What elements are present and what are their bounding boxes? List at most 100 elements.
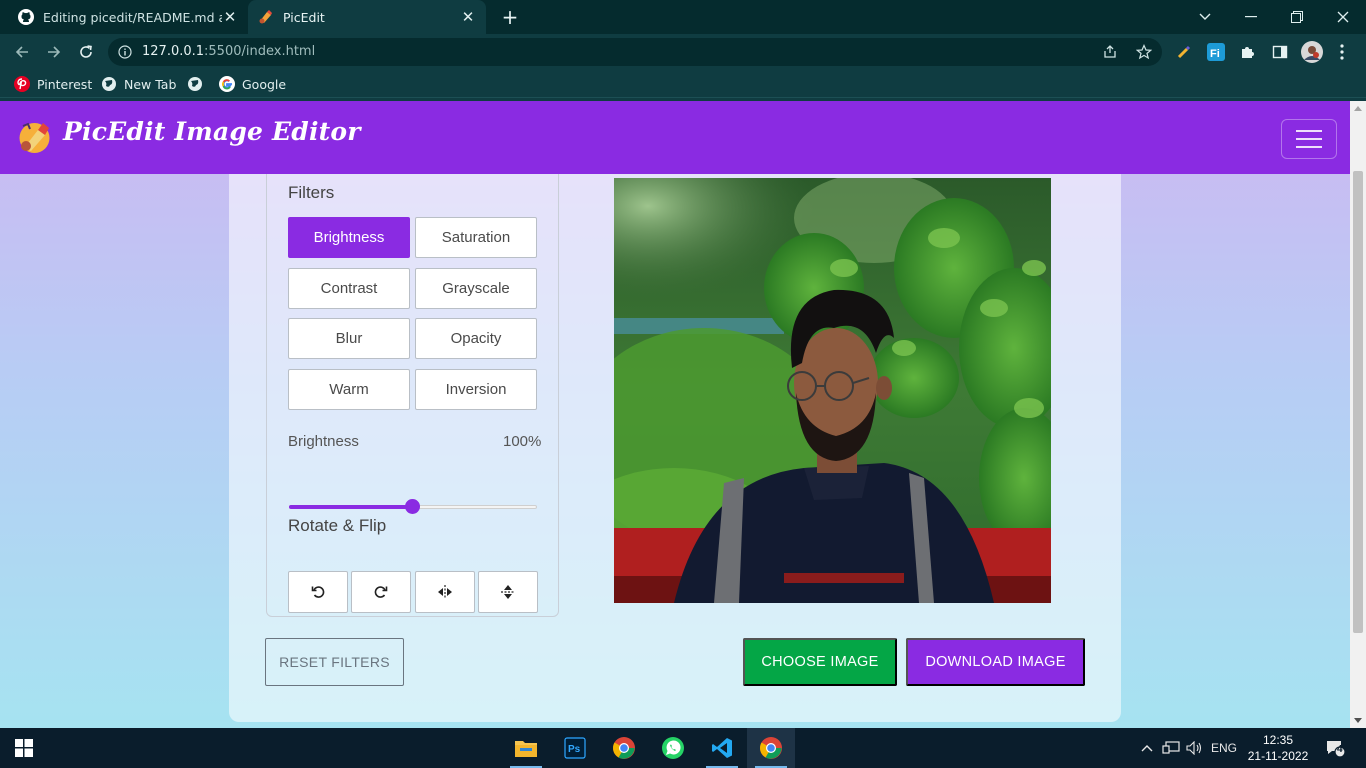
clock-time: 12:35 [1262, 733, 1294, 747]
taskbar-chrome-active[interactable] [747, 728, 795, 768]
scroll-down-arrow-icon[interactable] [1354, 718, 1362, 723]
filter-inversion-button[interactable]: Inversion [415, 369, 537, 410]
windows-taskbar: Ps ENG 12:35 21-11-2022 4 [0, 728, 1366, 768]
choose-image-button[interactable]: CHOOSE IMAGE [743, 638, 897, 686]
bookmark-label: Pinterest [37, 76, 93, 92]
bookmark-google[interactable]: Google [219, 76, 286, 92]
slider-handle[interactable] [405, 499, 420, 514]
flip-horizontal-button[interactable] [415, 571, 475, 613]
close-tab-icon[interactable]: ✕ [460, 8, 476, 26]
notification-count: 4 [1337, 744, 1343, 755]
hamburger-icon-bar [1296, 146, 1322, 148]
notification-center-button[interactable]: 4 [1320, 728, 1350, 768]
bookmarks-bar: Pinterest New Tab Google [0, 70, 1366, 98]
navbar-toggler-button[interactable] [1281, 119, 1337, 159]
address-bar[interactable]: 127.0.0.1:5500/index.html [108, 38, 1162, 66]
site-info-icon[interactable] [118, 45, 132, 59]
taskbar-photoshop[interactable]: Ps [551, 728, 599, 768]
flip-horizontal-icon [438, 585, 452, 599]
slider-fill [289, 505, 413, 509]
browser-toolbar: 127.0.0.1:5500/index.html Fi [0, 34, 1366, 70]
tab-search-chevron-icon[interactable] [1182, 0, 1228, 34]
bookmark-pinterest[interactable]: Pinterest [14, 76, 92, 92]
chrome-icon [760, 737, 782, 759]
picedit-favicon [258, 9, 274, 25]
taskbar-chrome[interactable] [600, 728, 648, 768]
color-picker-extension-icon[interactable] [1174, 42, 1194, 62]
picedit-logo-icon[interactable] [16, 118, 53, 155]
more-menu-icon[interactable] [1332, 42, 1352, 62]
scroll-up-arrow-icon[interactable] [1354, 106, 1362, 111]
filters-panel: Filters Brightness Saturation Contrast G… [266, 161, 559, 617]
filter-blur-button[interactable]: Blur [288, 318, 410, 359]
rotate-right-button[interactable] [351, 571, 411, 613]
slider-value: 100% [503, 433, 542, 450]
bookmark-globe[interactable] [187, 76, 210, 92]
extensions-puzzle-icon[interactable] [1238, 42, 1258, 62]
flip-vertical-icon [501, 585, 515, 599]
flip-vertical-button[interactable] [478, 571, 538, 613]
taskbar-file-explorer[interactable] [502, 728, 550, 768]
download-image-button[interactable]: DOWNLOAD IMAGE [906, 638, 1085, 686]
whatsapp-icon [662, 737, 684, 759]
close-tab-icon[interactable]: ✕ [222, 8, 238, 26]
restore-button[interactable] [1274, 0, 1320, 34]
filter-contrast-button[interactable]: Contrast [288, 268, 410, 309]
network-icon[interactable] [1160, 728, 1182, 768]
filter-grayscale-button[interactable]: Grayscale [415, 268, 537, 309]
windows-logo-icon [15, 739, 33, 757]
taskbar-clock[interactable]: 12:35 21-11-2022 [1240, 732, 1316, 764]
taskbar-whatsapp[interactable] [649, 728, 697, 768]
brand-title[interactable]: PicEdit Image Editor [63, 117, 361, 146]
taskbar-vscode[interactable] [698, 728, 746, 768]
rotate-right-icon [374, 586, 388, 598]
bookmark-new-tab[interactable]: New Tab [101, 76, 176, 92]
filter-slider[interactable] [289, 499, 537, 514]
tab-github-readme[interactable]: Editing picedit/README.md at m ✕ [8, 0, 248, 34]
forward-arrow-icon[interactable] [42, 40, 66, 64]
volume-icon[interactable] [1184, 728, 1206, 768]
tab-title: Editing picedit/README.md at m [43, 9, 222, 25]
filter-brightness-button[interactable]: Brightness [288, 217, 410, 258]
bookmark-star-icon[interactable] [1136, 44, 1152, 60]
filter-saturation-button[interactable]: Saturation [415, 217, 537, 258]
globe-icon [187, 76, 203, 92]
profile-avatar[interactable] [1301, 41, 1323, 63]
rotate-flip-title: Rotate & Flip [288, 516, 387, 535]
preview-image [614, 178, 1051, 603]
fi-extension-icon[interactable]: Fi [1206, 42, 1226, 62]
reset-filters-button[interactable]: RESET FILTERS [265, 638, 404, 686]
url-path: :5500/index.html [204, 44, 316, 59]
side-panel-icon[interactable] [1270, 42, 1290, 62]
filters-title: Filters [288, 183, 335, 202]
filter-opacity-button[interactable]: Opacity [415, 318, 537, 359]
github-icon [18, 9, 34, 25]
pinterest-icon [14, 76, 30, 92]
page-scrollbar[interactable] [1350, 101, 1366, 728]
back-arrow-icon[interactable] [10, 40, 34, 64]
share-icon[interactable] [1102, 44, 1118, 60]
file-explorer-icon [515, 741, 537, 757]
hamburger-icon-bar [1296, 130, 1322, 132]
close-window-button[interactable] [1320, 0, 1366, 34]
new-tab-button[interactable]: + [498, 5, 522, 29]
browser-tab-bar: Editing picedit/README.md at m ✕ PicEdit… [0, 0, 1366, 34]
language-indicator[interactable]: ENG [1208, 728, 1240, 768]
reload-icon[interactable] [74, 40, 98, 64]
globe-icon [101, 76, 117, 92]
chrome-icon [613, 737, 635, 759]
hamburger-icon-bar [1296, 138, 1322, 140]
slider-filter-name: Brightness [288, 433, 359, 450]
bookmark-label: New Tab [124, 76, 177, 92]
bookmark-label: Google [242, 76, 287, 92]
filter-warm-button[interactable]: Warm [288, 369, 410, 410]
tab-picedit[interactable]: PicEdit ✕ [248, 0, 486, 34]
scrollbar-thumb[interactable] [1353, 171, 1363, 633]
photoshop-icon: Ps [564, 737, 586, 759]
rotate-left-button[interactable] [288, 571, 348, 613]
tray-chevron-up-icon[interactable] [1138, 728, 1156, 768]
minimize-button[interactable] [1228, 0, 1274, 34]
tab-title: PicEdit [283, 9, 325, 25]
start-button[interactable] [0, 728, 48, 768]
app-navbar: PicEdit Image Editor [0, 101, 1350, 174]
